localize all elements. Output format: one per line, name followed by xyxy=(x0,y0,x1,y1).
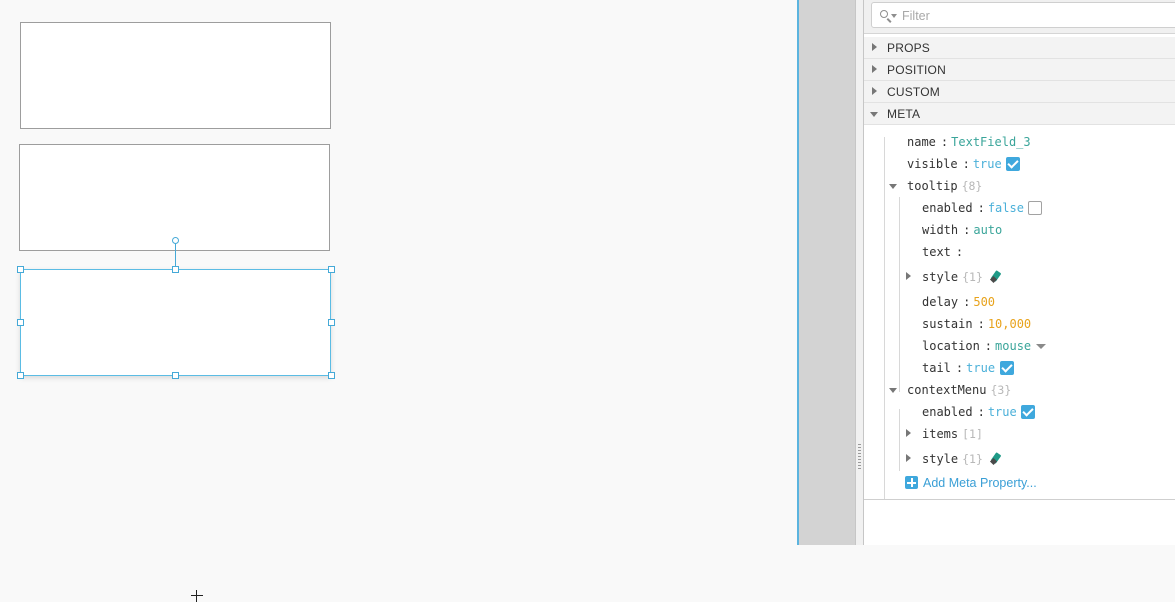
section-label: POSITION xyxy=(887,63,946,77)
prop-contextmenu-items[interactable]: items [1] xyxy=(922,427,983,445)
collapse-arrow-icon[interactable] xyxy=(889,388,897,393)
canvas-gutter xyxy=(797,0,855,545)
prop-value[interactable]: true xyxy=(973,157,1002,171)
resize-handle-bottom-left[interactable] xyxy=(17,372,24,379)
prop-tooltip-enabled[interactable]: enabled: false xyxy=(922,201,1024,219)
filter-bar: Filter xyxy=(864,0,1175,34)
resize-handle-bottom[interactable] xyxy=(172,372,179,379)
section-label: CUSTOM xyxy=(887,85,940,99)
expand-arrow-icon[interactable] xyxy=(872,43,877,51)
section-custom[interactable]: CUSTOM xyxy=(864,81,1175,103)
tooltip-tail-checkbox[interactable] xyxy=(1000,361,1014,375)
add-meta-property-label[interactable]: Add Meta Property... xyxy=(923,476,1037,490)
prop-tooltip-style[interactable]: style {1} xyxy=(922,270,983,288)
visible-checkbox[interactable] xyxy=(1006,157,1020,171)
divider xyxy=(864,499,1175,500)
prop-name[interactable]: name: TextField_3 xyxy=(907,135,1031,153)
section-label: PROPS xyxy=(887,41,931,55)
designer-canvas[interactable] xyxy=(0,0,797,602)
panel-splitter[interactable] xyxy=(855,0,864,545)
search-options-caret-icon[interactable] xyxy=(891,14,897,18)
resize-handle-bottom-right[interactable] xyxy=(328,372,335,379)
prop-visible[interactable]: visible: true xyxy=(907,157,1002,175)
style-brush-icon[interactable] xyxy=(989,270,1002,284)
contextmenu-enabled-checkbox[interactable] xyxy=(1021,405,1035,419)
prop-tooltip-width[interactable]: width: auto xyxy=(922,223,1002,241)
prop-value[interactable]: auto xyxy=(973,223,1002,237)
splitter-grip-icon[interactable] xyxy=(858,444,861,470)
prop-value[interactable]: 500 xyxy=(973,295,995,309)
prop-value[interactable]: mouse xyxy=(995,339,1031,353)
prop-value[interactable]: true xyxy=(966,361,995,375)
prop-tooltip-delay[interactable]: delay:500 xyxy=(922,295,995,313)
prop-value[interactable]: false xyxy=(988,201,1024,215)
prop-contextmenu-style[interactable]: style {1} xyxy=(922,452,983,470)
prop-contextmenu-enabled[interactable]: enabled: true xyxy=(922,405,1017,423)
prop-value[interactable]: true xyxy=(988,405,1017,419)
search-icon[interactable] xyxy=(880,10,888,18)
prop-tooltip[interactable]: tooltip {8} xyxy=(907,179,982,197)
tooltip-enabled-checkbox[interactable] xyxy=(1028,201,1042,215)
prop-tooltip-sustain[interactable]: sustain:10,000 xyxy=(922,317,1031,335)
location-dropdown-arrow-icon[interactable] xyxy=(1036,344,1046,349)
tree-guide-line xyxy=(899,409,900,471)
collapse-arrow-icon[interactable] xyxy=(889,184,897,189)
prop-value[interactable]: TextField_3 xyxy=(951,135,1030,149)
rotation-handle[interactable] xyxy=(172,237,179,244)
section-props[interactable]: PROPS xyxy=(864,37,1175,59)
resize-handle-top[interactable] xyxy=(172,266,179,273)
expand-arrow-icon[interactable] xyxy=(906,454,911,462)
resize-handle-right[interactable] xyxy=(328,319,335,326)
prop-tooltip-text[interactable]: text: xyxy=(922,245,966,263)
resize-handle-top-right[interactable] xyxy=(328,266,335,273)
text-field-component[interactable] xyxy=(20,22,331,129)
tree-guide-line xyxy=(884,137,885,500)
expand-arrow-icon[interactable] xyxy=(906,429,911,437)
style-brush-icon[interactable] xyxy=(989,452,1002,466)
section-position[interactable]: POSITION xyxy=(864,59,1175,81)
section-meta[interactable]: META xyxy=(864,103,1175,125)
meta-properties-tree: name: TextField_3 visible: true tooltip {8}… xyxy=(864,127,1175,500)
collapse-arrow-icon[interactable] xyxy=(870,112,878,117)
expand-arrow-icon[interactable] xyxy=(872,87,877,95)
filter-input[interactable]: Filter xyxy=(871,2,1175,28)
expand-arrow-icon[interactable] xyxy=(872,65,877,73)
property-editor: Filter PROPS POSITION CUSTOM META name: T… xyxy=(864,0,1175,545)
tree-guide-line xyxy=(899,197,900,392)
text-field-component[interactable] xyxy=(19,144,330,251)
selected-text-field-component[interactable] xyxy=(20,269,331,602)
filter-placeholder: Filter xyxy=(902,9,930,23)
expand-arrow-icon[interactable] xyxy=(906,272,911,280)
prop-value[interactable]: 10,000 xyxy=(988,317,1031,331)
prop-tooltip-location[interactable]: location: mouse xyxy=(922,339,1031,357)
prop-tooltip-tail[interactable]: tail: true xyxy=(922,361,995,379)
resize-handle-left[interactable] xyxy=(17,319,24,326)
add-icon[interactable] xyxy=(905,476,918,489)
resize-handle-top-left[interactable] xyxy=(17,266,24,273)
prop-contextmenu[interactable]: contextMenu {3} xyxy=(907,383,1011,401)
move-cursor-icon xyxy=(191,590,203,602)
section-label: META xyxy=(887,107,921,121)
